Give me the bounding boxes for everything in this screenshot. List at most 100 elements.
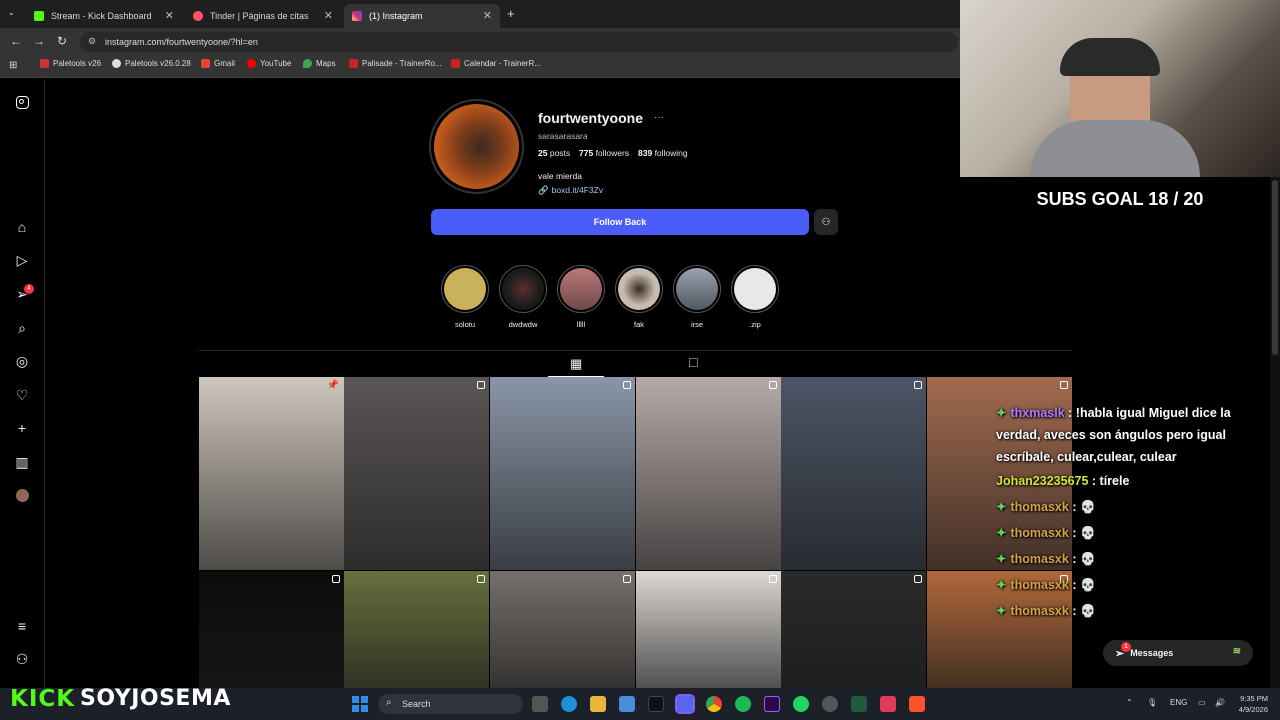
highlight-item[interactable] — [673, 265, 721, 313]
tiktok-studio-icon[interactable] — [880, 696, 896, 712]
back-icon[interactable]: ← — [10, 34, 22, 48]
highlight-item[interactable] — [499, 265, 547, 313]
premiere-icon[interactable] — [764, 696, 780, 712]
create-icon[interactable]: + — [13, 419, 31, 437]
chat-user: Johan23235675 — [996, 474, 1089, 488]
clock[interactable]: 9:35 PM 4/9/2026 — [1238, 693, 1268, 715]
posts-grid-tab-icon[interactable]: ▦ — [570, 356, 582, 372]
avatar-stack-icon: ≋ — [1232, 646, 1241, 657]
start-pane — [361, 705, 368, 712]
chat-user: thomasxk — [1010, 604, 1069, 618]
highlight-item[interactable] — [441, 265, 489, 313]
search-label: Search — [402, 699, 431, 709]
file-explorer-icon[interactable] — [590, 696, 606, 712]
close-icon[interactable]: ✕ — [165, 9, 174, 22]
bookmark-maps[interactable]: Maps — [303, 59, 336, 68]
post-thumbnail[interactable] — [490, 571, 635, 688]
follow-back-button[interactable]: Follow Back — [431, 209, 809, 235]
profile-picture[interactable] — [429, 99, 524, 194]
heart-icon[interactable]: ♡ — [13, 386, 31, 404]
site-info-icon[interactable]: ⚙ — [88, 36, 96, 47]
explore-icon[interactable]: ◎ — [13, 352, 31, 370]
tab-instagram[interactable]: (1) Instagram ✕ — [344, 4, 500, 28]
menu-icon[interactable]: ≡ — [13, 617, 31, 635]
instagram-favicon-icon — [352, 11, 362, 21]
highlight-item[interactable] — [731, 265, 779, 313]
profile-avatar[interactable] — [16, 489, 29, 502]
tab-tinder[interactable]: Tinder | Páginas de citas ✕ — [185, 4, 341, 28]
brave-icon[interactable] — [909, 696, 925, 712]
language-indicator[interactable]: ENG — [1170, 698, 1187, 707]
bookmark-calendar[interactable]: Calendar - TrainerR... — [451, 59, 541, 68]
tab-kick-dashboard[interactable]: Stream - Kick Dashboard ✕ — [26, 4, 182, 28]
tray-overflow-icon[interactable]: ⌃ — [1126, 698, 1133, 707]
whatsapp-icon[interactable] — [793, 696, 809, 712]
new-tab-icon[interactable]: + — [507, 6, 515, 21]
network-icon[interactable]: ▭ — [1198, 698, 1206, 707]
bookmark-icon — [40, 59, 49, 68]
highlight-label: fak — [633, 320, 644, 329]
tab-title: Tinder | Páginas de citas — [210, 11, 309, 21]
more-options-icon[interactable]: ··· — [654, 112, 664, 123]
instagram-logo-icon[interactable] — [13, 93, 31, 111]
highlight-item[interactable] — [557, 265, 605, 313]
multi-photo-icon — [769, 575, 777, 583]
bookmark-paletools[interactable]: Paletools v26 — [40, 59, 101, 68]
following-stat[interactable]: 839 following — [638, 148, 688, 158]
suggested-accounts-button[interactable]: ⚇ — [814, 209, 838, 235]
chrome-icon[interactable] — [706, 696, 722, 712]
close-icon[interactable]: ✕ — [324, 9, 333, 22]
bio-link[interactable]: 🔗 boxd.it/4F3Zv — [538, 185, 603, 196]
terminal-icon[interactable] — [851, 696, 867, 712]
profile-photo — [434, 104, 519, 189]
store-icon[interactable] — [619, 696, 635, 712]
meta-icon[interactable]: ⚇ — [13, 650, 31, 668]
post-thumbnail[interactable] — [344, 377, 489, 570]
post-thumbnail[interactable] — [344, 571, 489, 688]
highlight-cover — [615, 265, 663, 313]
tiktok-icon[interactable] — [648, 696, 664, 712]
post-thumbnail[interactable] — [636, 571, 781, 688]
discord-icon[interactable] — [675, 694, 695, 714]
taskbar-search[interactable]: ⌕ Search — [378, 694, 523, 714]
post-thumbnail[interactable] — [490, 377, 635, 570]
tabs-divider — [199, 350, 1072, 351]
home-icon[interactable]: ⌂ — [13, 218, 31, 236]
dashboard-icon[interactable]: ▥ — [13, 453, 31, 471]
post-thumbnail[interactable]: 📌 — [199, 377, 344, 570]
post-thumbnail[interactable] — [781, 377, 926, 570]
volume-icon[interactable]: 🔊 — [1215, 698, 1225, 707]
highlight-label: .zip — [749, 320, 761, 329]
bookmark-label: Maps — [316, 59, 336, 68]
bookmark-gmail[interactable]: Gmail — [201, 59, 235, 68]
bookmark-palisade[interactable]: Palisade - TrainerRo... — [349, 59, 442, 68]
microphone-icon[interactable]: 🎙 — [1147, 698, 1157, 707]
username: fourtwentyoone — [538, 110, 643, 126]
tab-title: Stream - Kick Dashboard — [51, 11, 152, 21]
windows-start-icon[interactable] — [352, 696, 368, 712]
post-thumbnail[interactable] — [636, 377, 781, 570]
tagged-tab-icon[interactable]: ☐ — [688, 356, 699, 370]
bookmark-paletools-2[interactable]: Paletools v26.0.28 — [112, 59, 191, 68]
streamer-hoodie — [1030, 120, 1200, 177]
bookmark-youtube[interactable]: YouTube — [247, 59, 291, 68]
highlight-item[interactable] — [615, 265, 663, 313]
followers-stat[interactable]: 775 followers — [579, 148, 629, 158]
app-icon[interactable] — [822, 696, 838, 712]
reload-icon[interactable]: ↻ — [57, 34, 67, 48]
forward-icon[interactable]: → — [33, 34, 45, 48]
post-thumbnail[interactable] — [199, 571, 344, 688]
apps-grid-icon[interactable]: ⊞ — [9, 60, 17, 71]
url-text: instagram.com/fourtwentyoone/?hl=en — [105, 37, 258, 47]
messages-button[interactable]: ➢ 1 Messages ≋ — [1103, 640, 1253, 666]
reels-icon[interactable]: ▷ — [13, 251, 31, 269]
spotify-icon[interactable] — [735, 696, 751, 712]
close-icon[interactable]: ✕ — [483, 9, 492, 22]
task-view-icon[interactable] — [532, 696, 548, 712]
tab-search-icon[interactable]: ⌄ — [8, 8, 15, 17]
search-icon[interactable]: ⌕ — [13, 319, 31, 337]
edge-icon[interactable] — [561, 696, 577, 712]
url-input[interactable]: ⚙ instagram.com/fourtwentyoone/?hl=en — [80, 32, 958, 52]
post-thumbnail[interactable] — [781, 571, 926, 688]
chat-user: thomasxk — [1010, 526, 1069, 540]
